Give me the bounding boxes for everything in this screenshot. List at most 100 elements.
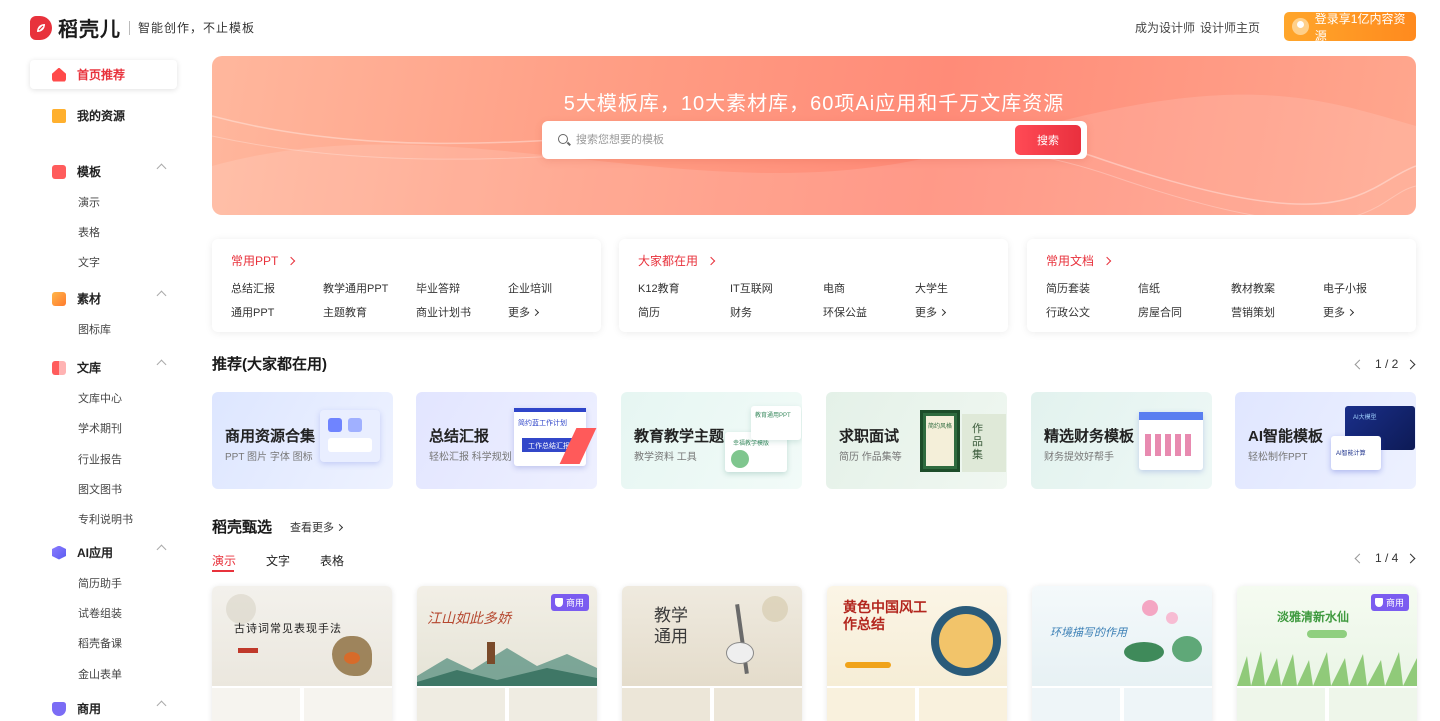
template-thumb[interactable]: 淡雅清新水仙 商用	[1237, 586, 1417, 721]
sidebar-item-patents[interactable]: 专利说明书	[78, 511, 133, 527]
sidebar-item-home[interactable]: 首页推荐	[30, 60, 177, 89]
category-link[interactable]: IT互联网	[730, 280, 773, 296]
thumb-page	[919, 688, 1007, 721]
docer-logo-icon	[30, 15, 52, 40]
category-card-popular: 大家都在用 K12教育 IT互联网 电商 大学生 简历 财务 环保公益 更多	[619, 239, 1008, 332]
card-illustration: 教育通用PPT	[751, 406, 801, 440]
art-label: 作品集	[972, 422, 983, 461]
search-button[interactable]: 搜索	[1015, 125, 1081, 155]
recommend-card-ai[interactable]: AI智能模板 轻松制作PPT AI大模型 AI智能计算	[1235, 392, 1416, 489]
sidebar-item-slides[interactable]: 演示	[78, 194, 100, 210]
recommend-card-education[interactable]: 教育教学主题 教学资料 工具 幸福教学模版 教育通用PPT	[621, 392, 802, 489]
recommend-card-interview[interactable]: 求职面试 简历 作品集等 简约风格 作品集	[826, 392, 1007, 489]
card-title: AI智能模板	[1248, 428, 1324, 445]
recommend-card-finance[interactable]: 精选财务模板 财务提效好帮手	[1031, 392, 1212, 489]
thumb-page	[1032, 688, 1120, 721]
thumb-page	[622, 688, 710, 721]
category-link[interactable]: 毕业答辩	[416, 280, 460, 296]
sidebar-item-resume[interactable]: 简历助手	[78, 575, 122, 591]
thumb-title: 环境描写的作用	[1050, 626, 1127, 639]
thumb-title: 淡雅清新水仙	[1277, 610, 1350, 624]
category-link[interactable]: 营销策划	[1231, 304, 1275, 320]
thumb-title: 教学通用	[654, 606, 688, 647]
chevron-up-icon	[156, 290, 167, 301]
card-subtitle: 轻松汇报 科学规划	[429, 452, 512, 463]
prev-page-icon[interactable]	[1354, 359, 1365, 369]
category-link[interactable]: 商业计划书	[416, 304, 471, 320]
next-page-icon[interactable]	[1405, 359, 1416, 369]
template-icon	[52, 164, 66, 179]
sidebar-item-resources[interactable]: 我的资源	[30, 101, 177, 130]
sidebar-item-icons[interactable]: 图标库	[78, 321, 111, 337]
tab-docs[interactable]: 文字	[266, 552, 290, 569]
sidebar-group-ai[interactable]: AI应用	[30, 538, 177, 567]
category-more-link[interactable]: 更多	[508, 304, 540, 320]
tab-slides[interactable]: 演示	[212, 552, 236, 569]
art-label: 简约风格	[928, 424, 953, 430]
tab-sheets[interactable]: 表格	[320, 552, 344, 569]
sidebar-item-reports[interactable]: 行业报告	[78, 451, 122, 467]
template-thumb[interactable]: 教学通用	[622, 586, 802, 721]
category-link[interactable]: 房屋合同	[1138, 304, 1182, 320]
logo[interactable]: 稻壳儿 智能创作，不止模板	[30, 13, 255, 42]
category-link[interactable]: 企业培训	[508, 280, 552, 296]
category-link[interactable]: 总结汇报	[231, 280, 275, 296]
sidebar-group-commercial[interactable]: 商用	[30, 694, 177, 721]
category-link[interactable]: 教学通用PPT	[323, 280, 388, 296]
sidebar-item-exam[interactable]: 试卷组装	[78, 605, 122, 621]
category-link[interactable]: K12教育	[638, 280, 680, 296]
template-thumb[interactable]: 古诗词常见表现手法	[212, 586, 392, 721]
grass-illustration	[1237, 651, 1417, 686]
sidebar-item-sheets[interactable]: 表格	[78, 224, 100, 240]
sidebar-item-forms[interactable]: 金山表单	[78, 666, 122, 682]
template-thumb[interactable]: 江山如此多娇 商用	[417, 586, 597, 721]
sidebar-group-label: 模板	[77, 165, 102, 179]
chevron-right-icon	[938, 308, 947, 317]
category-more-link[interactable]: 更多	[915, 304, 947, 320]
recommend-card-summary[interactable]: 总结汇报 轻松汇报 科学规划 简约蓝工作计划 工作总结汇报	[416, 392, 597, 489]
category-link[interactable]: 通用PPT	[231, 304, 274, 320]
thumb-preview: 环境描写的作用	[1032, 586, 1212, 686]
thumb-page	[1329, 688, 1417, 721]
become-designer-link[interactable]: 成为设计师	[1135, 19, 1195, 36]
sidebar-item-lesson[interactable]: 稻壳备课	[78, 635, 122, 651]
category-link[interactable]: 行政公文	[1046, 304, 1090, 320]
sidebar-group-library[interactable]: 文库	[30, 353, 177, 382]
search-icon	[558, 134, 568, 144]
category-title[interactable]: 常用文档	[1046, 252, 1112, 269]
category-link[interactable]: 信纸	[1138, 280, 1160, 296]
card-illustration: 简约风格	[920, 410, 960, 472]
category-more-link[interactable]: 更多	[1323, 304, 1355, 320]
category-link[interactable]: 教材教案	[1231, 280, 1275, 296]
sidebar-item-docs[interactable]: 文字	[78, 254, 100, 270]
category-link[interactable]: 简历套装	[1046, 280, 1090, 296]
hero-title: 5大模板库，10大素材库，60项Ai应用和千万文库资源	[563, 93, 1065, 115]
next-page-icon[interactable]	[1405, 553, 1416, 563]
category-link[interactable]: 电商	[823, 280, 845, 296]
category-link[interactable]: 大学生	[915, 280, 948, 296]
login-button[interactable]: 登录享1亿内容资源	[1284, 12, 1416, 43]
category-title[interactable]: 大家都在用	[638, 252, 716, 269]
category-title[interactable]: 常用PPT	[231, 252, 296, 269]
category-link[interactable]: 主题教育	[323, 304, 367, 320]
template-thumb[interactable]: 黄色中国风工作总结	[827, 586, 1007, 721]
prev-page-icon[interactable]	[1354, 553, 1365, 563]
sidebar-item-library-center[interactable]: 文库中心	[78, 390, 122, 406]
sidebar-item-journals[interactable]: 学术期刊	[78, 420, 122, 436]
logo-slogan: 智能创作，不止模板	[138, 21, 256, 35]
card-illustration: AI智能计算	[1331, 436, 1381, 470]
sidebar-item-books[interactable]: 图文图书	[78, 481, 122, 497]
card-illustration	[1139, 412, 1203, 470]
category-link[interactable]: 财务	[730, 304, 752, 320]
card-title: 求职面试	[839, 428, 900, 445]
see-more-link[interactable]: 查看更多	[290, 519, 344, 535]
template-thumb[interactable]: 环境描写的作用	[1032, 586, 1212, 721]
sidebar-group-materials[interactable]: 素材	[30, 284, 177, 313]
sidebar-group-templates[interactable]: 模板	[30, 157, 177, 186]
search-input[interactable]	[576, 131, 976, 149]
category-link[interactable]: 环保公益	[823, 304, 867, 320]
category-link[interactable]: 电子小报	[1323, 280, 1367, 296]
category-link[interactable]: 简历	[638, 304, 660, 320]
designer-home-link[interactable]: 设计师主页	[1200, 19, 1260, 36]
recommend-card-commercial[interactable]: 商用资源合集 PPT 图片 字体 图标	[212, 392, 393, 489]
